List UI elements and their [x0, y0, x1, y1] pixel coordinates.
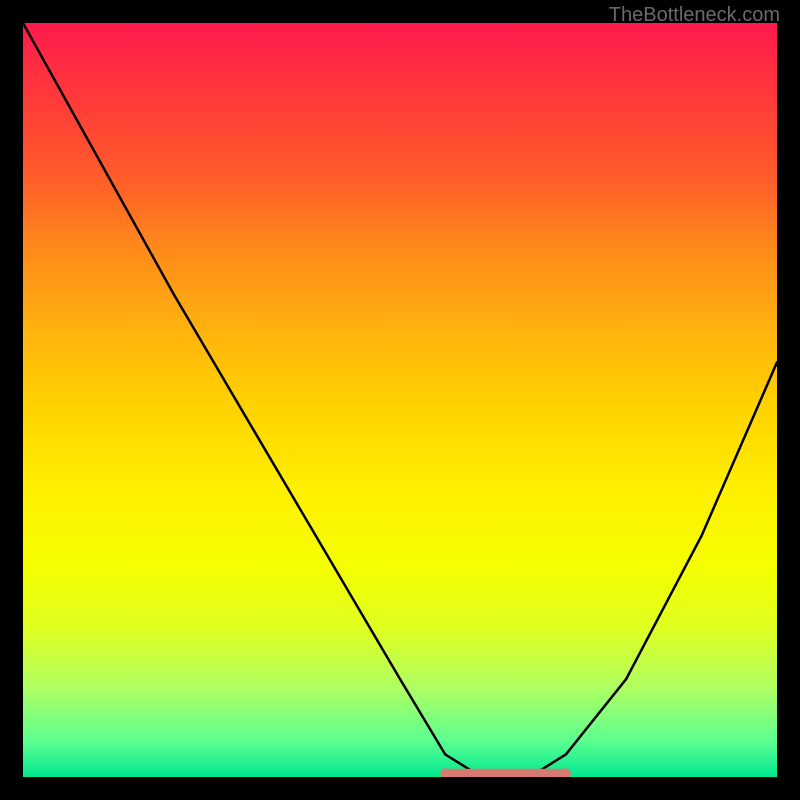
- plot-frame: [23, 23, 777, 777]
- attribution-text: TheBottleneck.com: [609, 4, 780, 27]
- chart-container: TheBottleneck.com: [0, 0, 800, 800]
